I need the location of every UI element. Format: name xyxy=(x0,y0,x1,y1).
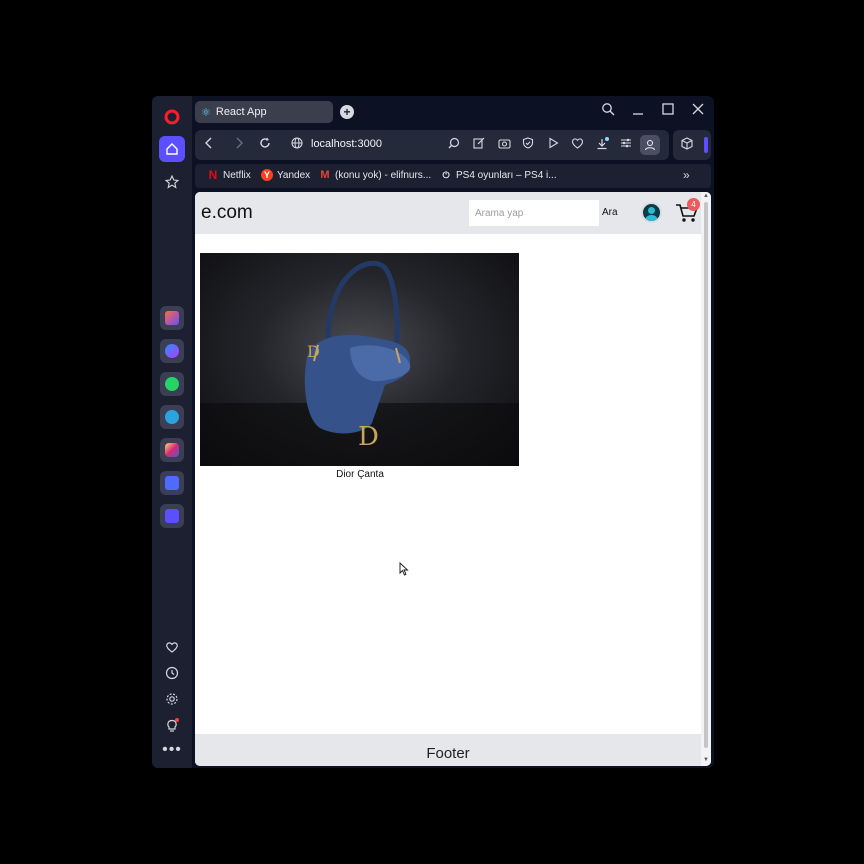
bookmark-label: PS4 oyunları – PS4 i... xyxy=(456,169,557,181)
site-header: e.com Ara 4 xyxy=(195,192,701,234)
bookmark-label: (konu yok) - elifnurs... xyxy=(335,169,432,181)
svg-text:D: D xyxy=(358,422,379,452)
play-icon[interactable] xyxy=(546,137,560,151)
browser-sidebar: ••• xyxy=(152,96,192,768)
bookmark-gmail[interactable]: M (konu yok) - elifnurs... xyxy=(319,169,431,181)
more-options-icon[interactable]: ••• xyxy=(159,737,185,763)
user-avatar-icon[interactable] xyxy=(641,202,662,223)
page-viewport: e.com Ara 4 D D xyxy=(195,192,711,766)
heart-outline-icon[interactable] xyxy=(570,137,584,151)
profile-icon[interactable] xyxy=(640,135,660,155)
bookmark-yandex[interactable]: Y Yandex xyxy=(261,169,310,181)
instagram-icon[interactable] xyxy=(160,438,184,462)
site-logo[interactable]: e.com xyxy=(201,202,253,224)
search-input[interactable] xyxy=(469,200,599,226)
easy-setup-icon[interactable] xyxy=(619,137,633,151)
edit-icon[interactable] xyxy=(472,137,486,151)
history-icon[interactable] xyxy=(159,660,185,686)
music-player-icon[interactable] xyxy=(160,471,184,495)
globe-icon[interactable] xyxy=(289,137,305,152)
star-icon[interactable] xyxy=(159,169,185,195)
page-scrollbar[interactable]: ▲ ▼ xyxy=(701,192,711,766)
player-icon[interactable] xyxy=(160,504,184,528)
site-footer: Footer xyxy=(195,734,701,766)
bookmark-playstation[interactable]: ⏻ PS4 oyunları – PS4 i... xyxy=(440,169,557,181)
tab-title: React App xyxy=(215,106,267,118)
aria-app-icon[interactable] xyxy=(160,306,184,330)
minimize-button[interactable] xyxy=(628,102,648,119)
bookmark-label: Netflix xyxy=(223,169,251,181)
react-icon: ⚛ xyxy=(201,106,211,119)
netflix-icon: N xyxy=(208,168,218,182)
sidebar-accent-bar xyxy=(704,137,708,153)
mouse-cursor-icon xyxy=(399,561,409,581)
search-button[interactable]: Ara xyxy=(602,207,618,218)
reload-button[interactable] xyxy=(257,137,273,152)
maximize-button[interactable] xyxy=(658,102,678,119)
whatsapp-icon[interactable] xyxy=(160,372,184,396)
back-button[interactable] xyxy=(201,137,217,152)
shield-icon[interactable] xyxy=(521,137,535,151)
bookmarks-overflow-icon[interactable]: » xyxy=(683,168,690,182)
search-tabs-icon[interactable] xyxy=(598,102,618,119)
product-name[interactable]: Dior Çanta xyxy=(200,469,520,480)
browser-window: ••• ⚛ React App + localhost:3000 N Netfl… xyxy=(152,96,714,768)
close-window-button[interactable] xyxy=(688,102,708,119)
new-tab-button[interactable]: + xyxy=(340,105,354,119)
opera-logo-icon[interactable] xyxy=(159,104,185,130)
address-bar: localhost:3000 xyxy=(195,130,669,160)
cart-count-badge: 4 xyxy=(687,198,700,211)
download-icon[interactable] xyxy=(595,137,609,151)
extensions-cube-icon[interactable] xyxy=(681,137,693,153)
camera-icon[interactable] xyxy=(497,137,511,151)
playstation-icon: ⏻ xyxy=(442,170,450,180)
scrollbar-thumb[interactable] xyxy=(704,202,708,748)
heart-icon[interactable] xyxy=(159,634,185,660)
telegram-icon[interactable] xyxy=(160,405,184,429)
bookmark-netflix[interactable]: N Netflix xyxy=(207,169,251,181)
product-card[interactable]: D D Dior Çanta xyxy=(200,253,520,480)
forward-button[interactable] xyxy=(231,137,247,152)
bookmark-label: Yandex xyxy=(277,169,311,181)
extensions-box[interactable] xyxy=(673,130,711,160)
gmail-icon: M xyxy=(320,169,330,181)
home-icon[interactable] xyxy=(159,136,185,162)
settings-icon[interactable] xyxy=(159,686,185,712)
tab-react-app[interactable]: ⚛ React App xyxy=(195,101,333,123)
messenger-icon[interactable] xyxy=(160,339,184,363)
zoom-icon[interactable] xyxy=(447,137,461,151)
bookmarks-bar: N Netflix Y Yandex M (konu yok) - elifnu… xyxy=(195,164,711,188)
lightbulb-icon[interactable] xyxy=(159,713,185,739)
svg-text:D: D xyxy=(307,342,320,361)
product-image[interactable]: D D xyxy=(200,253,519,466)
yandex-icon: Y xyxy=(261,169,273,181)
url-text[interactable]: localhost:3000 xyxy=(311,138,382,150)
